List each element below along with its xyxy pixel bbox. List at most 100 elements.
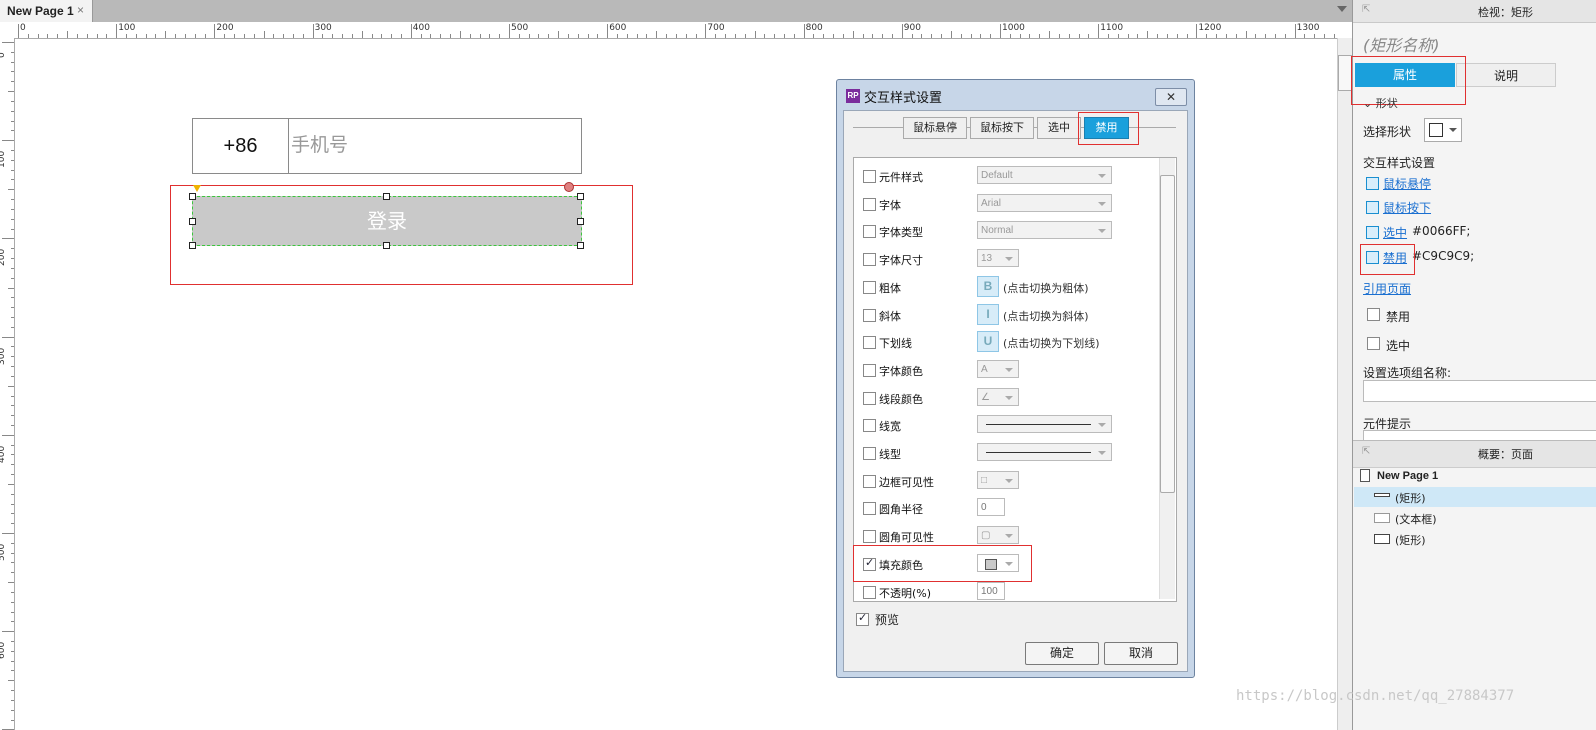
style-row-checkbox[interactable] — [863, 447, 876, 460]
ruler-tick — [224, 34, 226, 38]
shape-select-dropdown[interactable] — [1424, 118, 1462, 142]
outline-item[interactable]: (矩形) — [1395, 490, 1426, 506]
style-row-checkbox[interactable] — [863, 502, 876, 516]
style-row-checkbox[interactable] — [863, 225, 876, 239]
group-name-input[interactable] — [1363, 380, 1596, 402]
style-row-checkbox[interactable] — [863, 308, 876, 322]
ruler-label: 400 — [0, 445, 7, 463]
style-row-checkbox[interactable] — [863, 585, 876, 599]
style-number-input[interactable]: 100 — [977, 581, 1005, 600]
mousedown-style-link[interactable]: 鼠标按下 — [1383, 199, 1431, 216]
style-select[interactable]: Arial — [977, 193, 1112, 212]
style-toggle-button[interactable]: B — [977, 275, 999, 297]
ruler-tick — [47, 34, 49, 38]
style-number-input[interactable]: 0 — [977, 498, 1005, 517]
ruler-tick — [76, 34, 78, 38]
horizontal-ruler: 0 100 200 300 400 500 600 700 800 900 1000 1100 1200… — [0, 22, 1338, 39]
style-row-label: 线宽 — [879, 420, 901, 434]
style-row-checkbox[interactable] — [863, 197, 876, 211]
ruler-tick — [11, 552, 14, 554]
line-style-select[interactable] — [977, 443, 1112, 461]
resize-handle[interactable] — [189, 242, 196, 249]
ok-button[interactable]: 确定 — [1025, 642, 1099, 665]
style-dropdown[interactable]: 13 — [977, 249, 1019, 268]
ruler-tick — [322, 34, 324, 38]
ruler-tick — [11, 100, 14, 102]
pin-icon[interactable]: ⇱ — [1362, 4, 1370, 15]
chevron-down-icon[interactable] — [1337, 6, 1347, 12]
ruler-label: 400 — [412, 23, 430, 33]
resize-handle[interactable] — [189, 218, 196, 225]
style-row-checkbox[interactable] — [863, 363, 876, 377]
resize-handle[interactable] — [189, 193, 196, 200]
canvas-scrollbar[interactable] — [1337, 38, 1352, 730]
ruler-tick — [577, 34, 579, 38]
rotate-handle-icon[interactable] — [564, 182, 574, 192]
style-toggle-button[interactable]: I — [977, 303, 999, 325]
pin-icon[interactable]: ⇱ — [1362, 446, 1370, 457]
resize-handle[interactable] — [383, 242, 390, 249]
style-row-checkbox[interactable] — [863, 391, 876, 405]
style-row-checkbox[interactable] — [863, 280, 876, 294]
selected-style-link[interactable]: 选中 — [1383, 224, 1407, 241]
ruler-tick — [204, 34, 206, 38]
page-tab[interactable]: New Page 1 × — [0, 0, 93, 22]
line-style-select[interactable] — [977, 415, 1112, 434]
outline-page[interactable]: New Page 1 — [1377, 470, 1438, 482]
style-toggle-button[interactable]: U — [977, 331, 999, 353]
dialog-close-button[interactable]: ✕ — [1155, 88, 1187, 106]
selected-checkbox[interactable] — [1367, 337, 1380, 350]
canvas-scroll-thumb[interactable] — [1338, 55, 1352, 91]
style-row-checkbox[interactable] — [863, 336, 876, 350]
login-button[interactable]: 登录 — [192, 196, 582, 246]
property-list-scroll-thumb[interactable] — [1160, 175, 1175, 493]
resize-handle[interactable] — [383, 193, 390, 200]
style-row: 斜体 I (点击切换为斜体) — [854, 303, 1160, 329]
ruler-tick — [11, 641, 14, 643]
resize-handle[interactable] — [577, 242, 584, 249]
tab-selected[interactable]: 选中 — [1037, 117, 1081, 139]
ruler-label: 600 — [0, 642, 7, 660]
hover-style-link[interactable]: 鼠标悬停 — [1383, 175, 1431, 192]
ruler-tick — [793, 34, 795, 38]
style-dropdown[interactable]: ∠ — [977, 387, 1019, 406]
style-row-checkbox[interactable] — [863, 474, 876, 488]
ruler-tick — [990, 34, 992, 38]
style-row-checkbox[interactable] — [863, 170, 876, 183]
style-dropdown[interactable]: ▢ — [977, 526, 1019, 545]
ruler-tick — [8, 582, 14, 584]
disabled-checkbox[interactable] — [1367, 308, 1380, 321]
shape-section-header[interactable]: ⌄ 形状 — [1363, 95, 1398, 111]
style-row-checkbox[interactable] — [863, 530, 876, 544]
resize-handle[interactable] — [577, 193, 584, 200]
cancel-button[interactable]: 取消 — [1104, 642, 1178, 665]
preview-checkbox[interactable] — [856, 611, 869, 626]
tab-mousedown[interactable]: 鼠标按下 — [970, 117, 1034, 139]
outline-item[interactable]: (矩形) — [1395, 532, 1426, 548]
tab-hover[interactable]: 鼠标悬停 — [903, 117, 967, 139]
ruler-tick — [11, 690, 14, 692]
phone-input[interactable] — [288, 119, 581, 171]
style-select[interactable]: Default — [977, 166, 1112, 184]
tab-notes[interactable]: 说明 — [1456, 63, 1556, 87]
close-icon[interactable]: × — [77, 3, 84, 17]
country-code-box[interactable]: +86 — [192, 118, 289, 174]
ruler-tick — [646, 34, 648, 38]
ruler-tick — [243, 34, 245, 38]
ruler-tick — [11, 150, 14, 152]
shape-name-field[interactable]: (矩形名称) — [1363, 32, 1440, 56]
resize-handle[interactable] — [577, 218, 584, 225]
reference-page-link[interactable]: 引用页面 — [1363, 280, 1411, 297]
style-row-checkbox[interactable] — [863, 419, 876, 433]
ruler-tick — [11, 326, 14, 328]
style-dropdown[interactable]: □ — [977, 470, 1019, 489]
ruler-tick — [11, 591, 14, 593]
style-row-checkbox[interactable] — [863, 253, 876, 267]
style-dropdown[interactable]: A — [977, 359, 1019, 378]
style-select[interactable]: Normal — [977, 221, 1112, 240]
ruler-tick — [11, 248, 14, 250]
triangle-marker-icon[interactable] — [193, 185, 201, 192]
ruler-tick — [842, 34, 844, 38]
ruler-tick — [18, 24, 19, 38]
outline-item[interactable]: (文本框) — [1395, 511, 1437, 527]
